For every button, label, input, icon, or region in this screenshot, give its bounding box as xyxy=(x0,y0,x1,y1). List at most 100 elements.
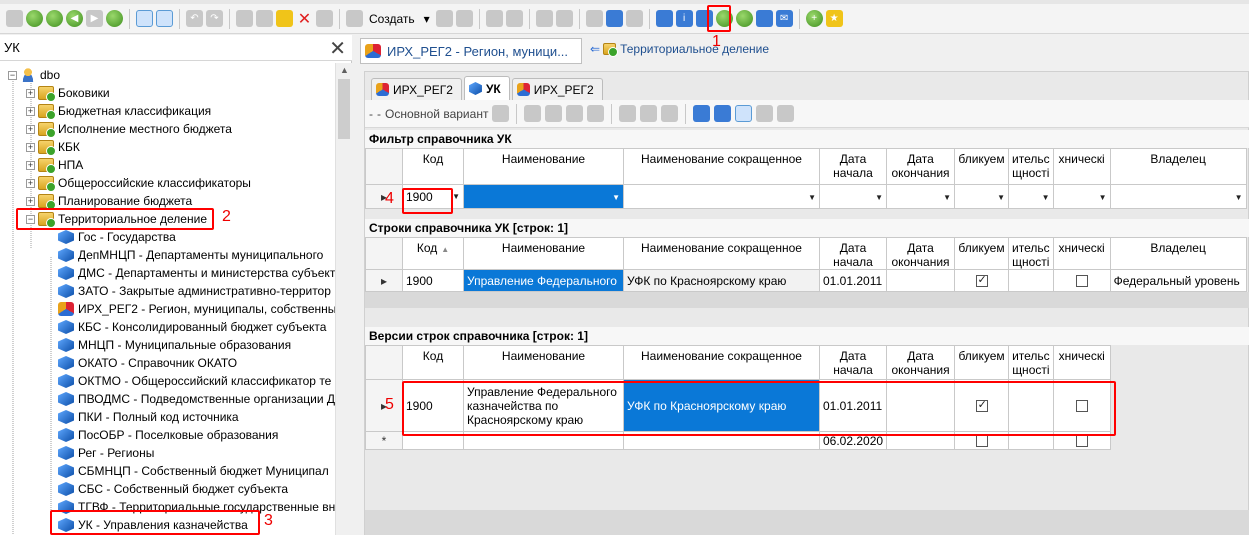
filter-pub-input[interactable]: ▼ xyxy=(954,184,1009,209)
back-icon[interactable]: ◀ xyxy=(66,10,83,27)
dropdown-icon[interactable]: ▼ xyxy=(1235,193,1243,202)
import-icon[interactable] xyxy=(535,10,553,27)
create-button[interactable]: Создать xyxy=(366,12,418,26)
tab-irh-reg2-second[interactable]: ИРХ_РЕГ2 xyxy=(511,78,603,100)
cell-end[interactable] xyxy=(886,379,956,432)
col-end-date[interactable]: Дата окончания xyxy=(886,148,955,185)
col-published[interactable]: бликуем xyxy=(954,148,1009,185)
cell-short[interactable]: УФК по Красноярскому краю xyxy=(623,269,820,292)
expand-icon[interactable]: + xyxy=(26,160,35,170)
tree-leaf[interactable]: ДМС - Департаменты и министерства субъек… xyxy=(58,264,335,282)
col-published[interactable]: бликуем xyxy=(954,237,1009,270)
col-published[interactable]: бликуем xyxy=(954,345,1010,380)
col-end-date[interactable]: Дата окончания xyxy=(886,237,955,270)
filter-start-input[interactable]: ▼ xyxy=(819,184,887,209)
delete-icon[interactable]: ✕ xyxy=(296,10,313,28)
panel-layout-icon[interactable] xyxy=(156,10,173,27)
tree-leaf[interactable]: УК - Управления казначейства xyxy=(58,516,248,534)
tree-leaf[interactable]: ОКАТО - Справочник ОКАТО xyxy=(58,354,237,372)
tree-folder[interactable]: + НПА xyxy=(26,156,83,174)
tree-leaf[interactable]: ПКИ - Полный код источника xyxy=(58,408,239,426)
link-icon[interactable] xyxy=(587,105,605,122)
tree-leaf[interactable]: Рег - Регионы xyxy=(58,444,154,462)
disk-icon[interactable] xyxy=(585,10,603,27)
cell-code[interactable] xyxy=(402,431,464,450)
menu-icon[interactable] xyxy=(6,10,23,27)
tree-folder[interactable]: + Бюджетная классификация xyxy=(26,102,211,120)
edit-row-icon[interactable] xyxy=(566,105,584,122)
cell-published[interactable] xyxy=(954,431,1010,450)
cell-owner[interactable]: Федеральный уровень xyxy=(1109,269,1247,292)
filter-add-input[interactable]: ▼ xyxy=(1008,184,1054,209)
dropdown-icon[interactable]: ▼ xyxy=(875,193,883,202)
dropdown-icon[interactable]: ▼ xyxy=(997,193,1005,202)
scroll-thumb[interactable] xyxy=(338,79,350,139)
checkbox-unchecked[interactable] xyxy=(975,435,988,448)
cell-technical[interactable] xyxy=(1052,269,1111,292)
export-grid-icon[interactable] xyxy=(640,105,658,122)
col-name[interactable]: Наименование xyxy=(463,345,624,380)
col-end-date[interactable]: Дата окончания xyxy=(886,345,956,380)
breadcrumb[interactable]: ⇐ Территориальное деление xyxy=(590,42,769,57)
col-short-name[interactable]: Наименование сокращенное xyxy=(623,345,820,380)
cell-additional[interactable] xyxy=(1008,431,1054,450)
edit-icon[interactable] xyxy=(455,10,473,27)
cell-short[interactable] xyxy=(623,431,820,450)
tree-leaf[interactable]: Гос - Государства xyxy=(58,228,176,246)
dropdown-icon[interactable]: ▼ xyxy=(452,192,460,201)
tab-uk[interactable]: УК xyxy=(463,76,510,100)
filter-name-input[interactable]: ▼ xyxy=(463,184,624,209)
table-icon[interactable] xyxy=(625,10,643,27)
dropdown-icon[interactable]: ▼ xyxy=(1042,193,1050,202)
refresh-icon[interactable] xyxy=(46,10,63,27)
scroll-up-icon[interactable]: ▲ xyxy=(340,65,349,75)
col-start-date[interactable]: Дата начала xyxy=(819,237,887,270)
sync-icon[interactable] xyxy=(106,10,123,27)
tree-leaf[interactable]: ДепМНЦП - Департаменты муниципального xyxy=(58,246,323,264)
expand-icon[interactable]: + xyxy=(26,106,35,116)
cell-name[interactable]: Управление Федерального казначейства по Кр… xyxy=(463,379,624,432)
save-icon[interactable] xyxy=(485,10,503,27)
checkbox-unchecked[interactable] xyxy=(1075,400,1088,413)
expand-icon[interactable]: + xyxy=(26,124,35,134)
tree-scrollbar[interactable]: ▲ xyxy=(335,63,352,535)
clear-filter-icon[interactable] xyxy=(777,105,795,122)
col-short-name[interactable]: Наименование сокращенное xyxy=(623,237,820,270)
import-green-icon[interactable] xyxy=(715,10,733,27)
cell-start[interactable]: 06.02.2020 xyxy=(818,431,888,450)
edit-record-icon[interactable] xyxy=(695,10,713,27)
col-additional[interactable]: ительс щностi xyxy=(1008,148,1054,185)
tree-leaf[interactable]: ПосОБР - Поселковые образования xyxy=(58,426,278,444)
tree-leaf[interactable]: ОКТМО - Общероссийский классификатор те xyxy=(58,372,331,390)
col-name[interactable]: Наименование xyxy=(463,148,624,185)
settings-icon[interactable] xyxy=(655,10,673,27)
expand-icon[interactable]: + xyxy=(26,178,35,188)
star-icon[interactable]: ★ xyxy=(825,10,843,27)
filter-short-input[interactable]: ▼ xyxy=(623,184,820,209)
cell-published[interactable] xyxy=(954,269,1009,292)
collapse-icon[interactable]: − xyxy=(8,70,17,80)
col-owner[interactable]: Владелец xyxy=(1109,237,1247,270)
tree-folder[interactable]: − Территориальное деление xyxy=(26,210,207,228)
filter-end-input[interactable]: ▼ xyxy=(886,184,955,209)
create-dropdown-icon[interactable]: ▾ xyxy=(421,12,433,26)
clear-search-icon[interactable]: ✕ xyxy=(329,36,346,61)
new-row[interactable]: * 06.02.2020 xyxy=(365,431,1111,450)
filter-menu-icon[interactable] xyxy=(756,105,774,122)
tree-leaf[interactable]: ЗАТО - Закрытые административно-территор xyxy=(58,282,331,300)
dropdown-icon[interactable]: ▼ xyxy=(943,193,951,202)
tree-leaf[interactable]: МНЦП - Муниципальные образования xyxy=(58,336,291,354)
dropdown-icon[interactable]: ▼ xyxy=(1099,193,1107,202)
collapse-icon[interactable]: − xyxy=(26,214,35,224)
add-icon[interactable]: + xyxy=(805,10,823,27)
expand-icon[interactable]: + xyxy=(26,142,35,152)
tree-folder[interactable]: + Общероссийские классификаторы xyxy=(26,174,251,192)
cell-end[interactable] xyxy=(886,269,955,292)
add-row-icon[interactable] xyxy=(524,105,542,122)
expand-icon[interactable]: + xyxy=(26,196,35,206)
tree-folder[interactable]: + Исполнение местного бюджета xyxy=(26,120,232,138)
tree-leaf[interactable]: ПВОДМС - Подведомственные организации Д xyxy=(58,390,335,408)
cell-technical[interactable] xyxy=(1052,431,1111,450)
forward-icon[interactable]: ▶ xyxy=(86,10,103,27)
home-icon[interactable] xyxy=(26,10,43,27)
